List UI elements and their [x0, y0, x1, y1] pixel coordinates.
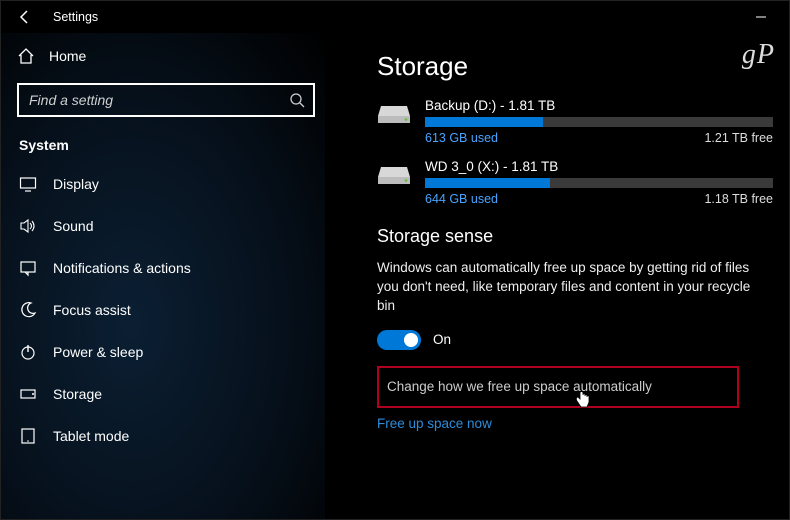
drive-free: 1.21 TB free — [704, 131, 773, 145]
drive-icon — [377, 163, 411, 187]
search-icon — [289, 92, 305, 108]
home-label: Home — [49, 48, 86, 64]
sidebar-item-label: Storage — [53, 386, 102, 402]
free-up-now-link[interactable]: Free up space now — [377, 416, 773, 431]
drive-free: 1.18 TB free — [704, 192, 773, 206]
link-label: Change how we free up space automaticall… — [387, 379, 652, 394]
storage-sense-description: Windows can automatically free up space … — [377, 259, 767, 316]
storage-icon — [19, 385, 37, 403]
sidebar-item-label: Focus assist — [53, 302, 131, 318]
monitor-icon — [19, 175, 37, 193]
sidebar-item-power-sleep[interactable]: Power & sleep — [3, 331, 325, 373]
drive-row[interactable]: Backup (D:) - 1.81 TB 613 GB used 1.21 T… — [377, 98, 773, 145]
home-nav[interactable]: Home — [3, 37, 325, 75]
moon-icon — [19, 301, 37, 319]
back-button[interactable] — [9, 1, 41, 33]
watermark-logo: gP — [742, 39, 775, 71]
sidebar-item-label: Power & sleep — [53, 344, 143, 360]
change-free-up-link[interactable]: Change how we free up space automaticall… — [377, 366, 739, 408]
sidebar-item-storage[interactable]: Storage — [3, 373, 325, 415]
minimize-button[interactable] — [741, 1, 781, 33]
drive-usage-bar — [425, 178, 773, 188]
drive-icon — [377, 102, 411, 126]
storage-sense-toggle[interactable] — [377, 330, 421, 350]
sidebar-item-display[interactable]: Display — [3, 163, 325, 205]
sidebar-item-label: Display — [53, 176, 99, 192]
search-input[interactable] — [19, 85, 313, 115]
notifications-icon — [19, 259, 37, 277]
page-title: Storage — [377, 51, 773, 82]
tablet-icon — [19, 427, 37, 445]
drive-row[interactable]: WD 3_0 (X:) - 1.81 TB 644 GB used 1.18 T… — [377, 159, 773, 206]
sidebar: Home System Display Sound — [1, 33, 325, 519]
sidebar-group-system: System — [3, 131, 325, 163]
sidebar-item-sound[interactable]: Sound — [3, 205, 325, 247]
sidebar-item-tablet-mode[interactable]: Tablet mode — [3, 415, 325, 457]
drive-title: WD 3_0 (X:) - 1.81 TB — [425, 159, 773, 174]
sidebar-item-label: Notifications & actions — [53, 260, 191, 276]
window-title: Settings — [53, 10, 98, 24]
sidebar-item-notifications[interactable]: Notifications & actions — [3, 247, 325, 289]
minimize-icon — [755, 11, 767, 23]
storage-sense-heading: Storage sense — [377, 226, 773, 247]
toggle-state-label: On — [433, 332, 451, 347]
home-icon — [17, 47, 35, 65]
drive-used: 613 GB used — [425, 131, 498, 145]
arrow-left-icon — [17, 9, 33, 25]
power-icon — [19, 343, 37, 361]
drive-title: Backup (D:) - 1.81 TB — [425, 98, 773, 113]
drive-usage-bar — [425, 117, 773, 127]
main-content: gP Storage Backup (D:) - 1.81 TB 613 GB … — [325, 33, 789, 519]
drive-used: 644 GB used — [425, 192, 498, 206]
search-field[interactable] — [17, 83, 315, 117]
sidebar-item-label: Tablet mode — [53, 428, 129, 444]
sidebar-item-focus-assist[interactable]: Focus assist — [3, 289, 325, 331]
sidebar-item-label: Sound — [53, 218, 93, 234]
cursor-pointer-icon — [575, 390, 591, 410]
speaker-icon — [19, 217, 37, 235]
